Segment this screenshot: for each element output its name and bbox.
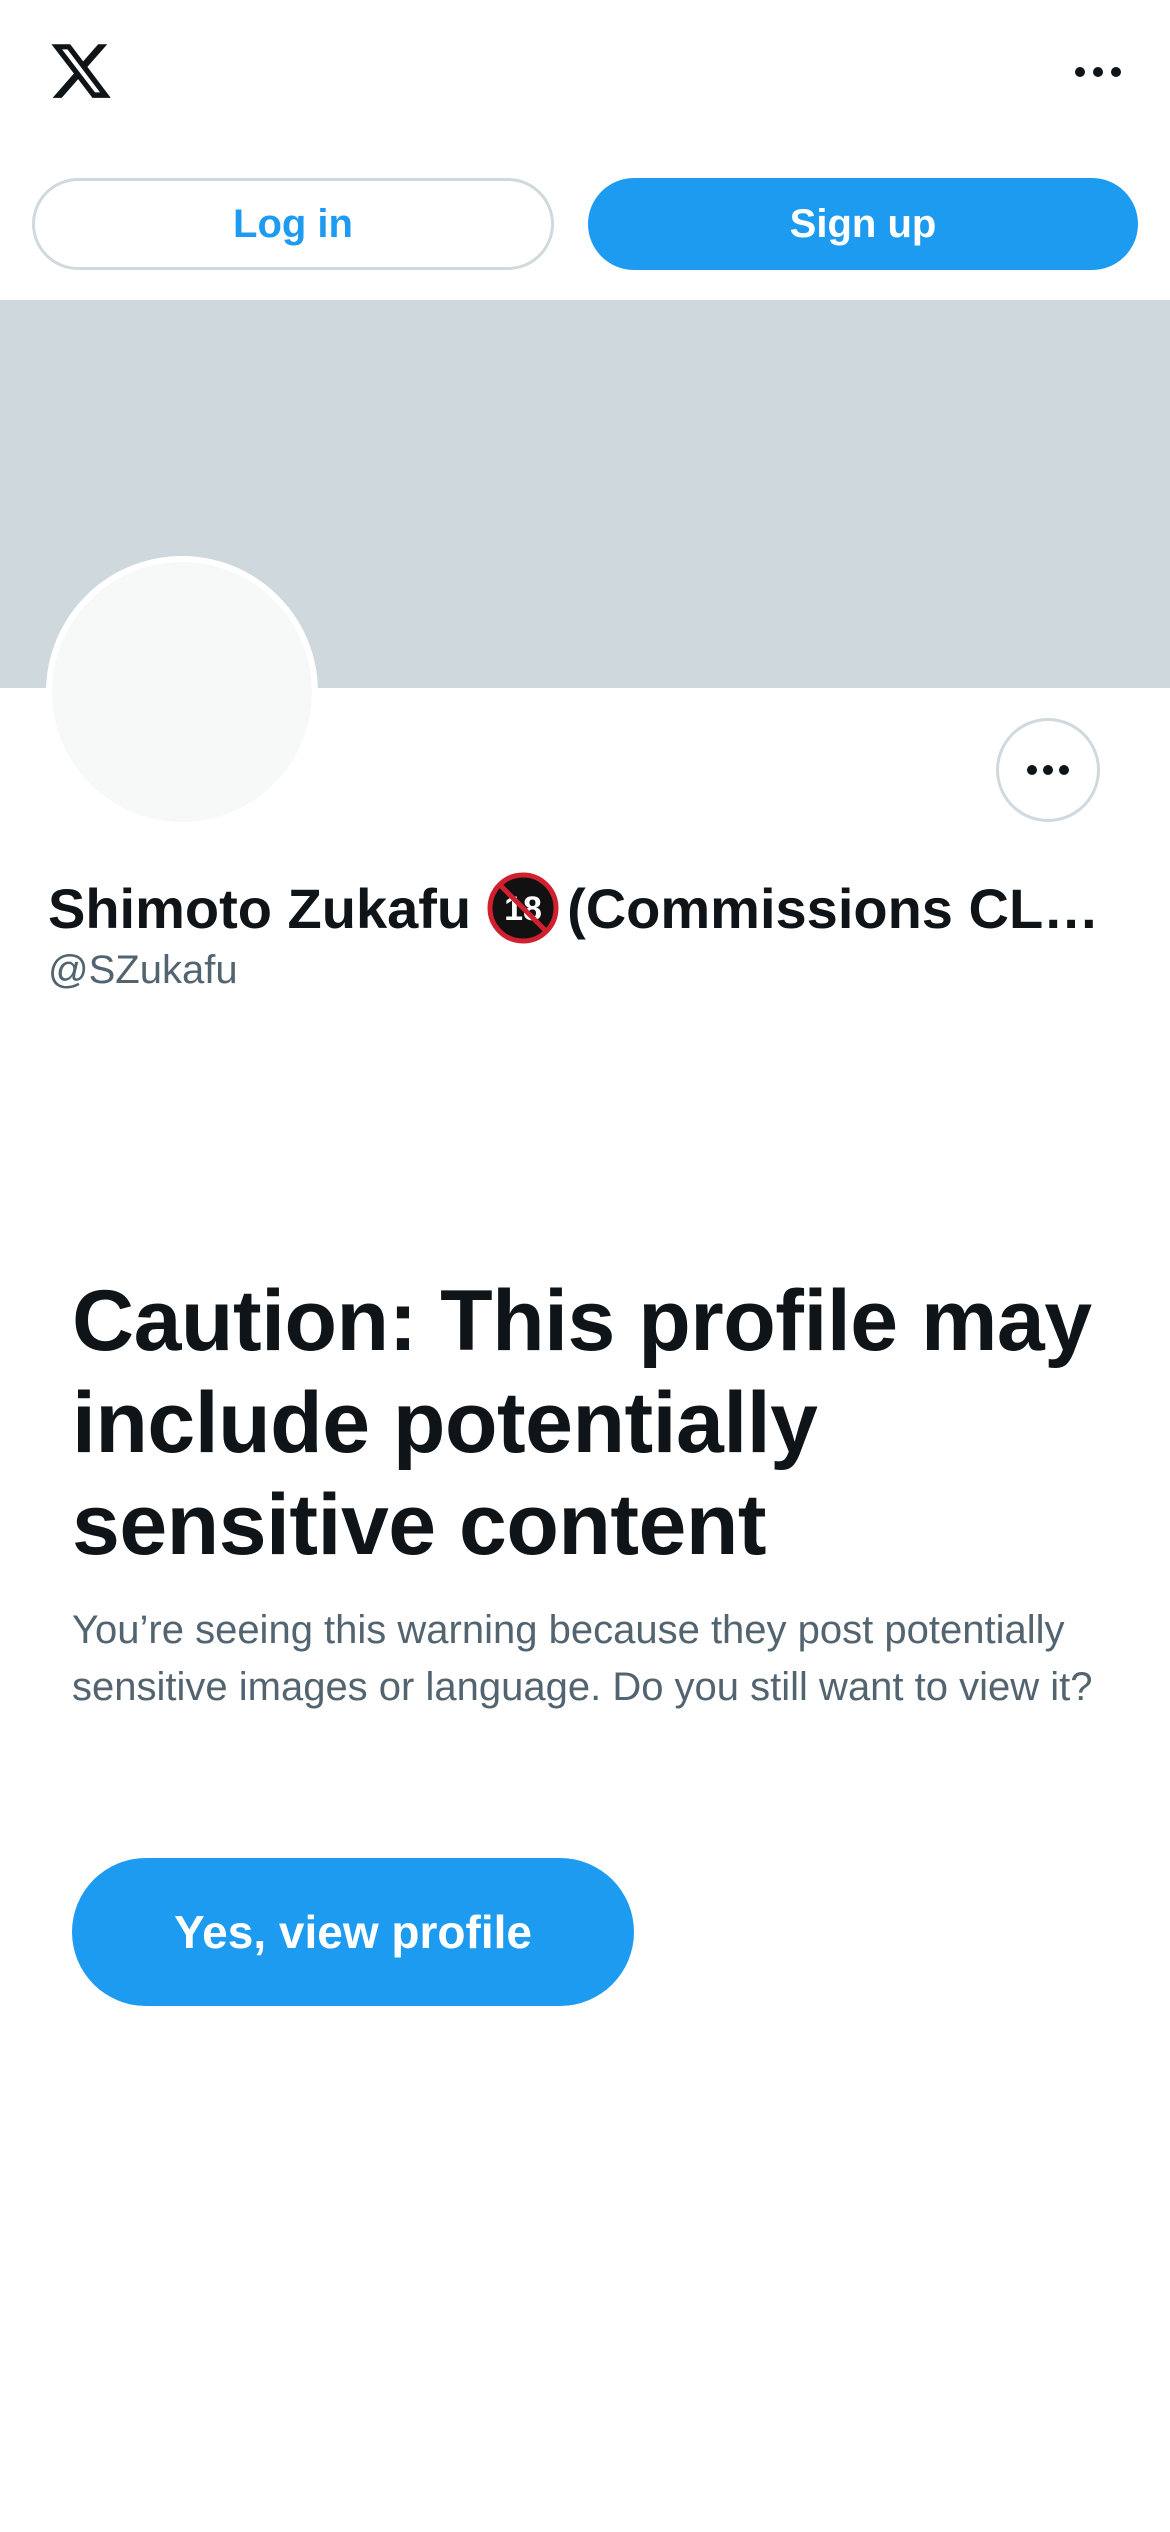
avatar[interactable] <box>46 556 318 828</box>
warning-body: You’re seeing this warning because they … <box>72 1608 1093 1709</box>
more-horizontal-icon[interactable] <box>1066 52 1130 92</box>
auth-buttons: Log in Sign up <box>32 178 1138 270</box>
profile-handle: @SZukafu <box>48 948 238 992</box>
display-name-suffix: (Commissions CL… <box>567 876 1100 940</box>
display-name: Shimoto Zukafu <box>48 876 472 940</box>
signup-button[interactable]: Sign up <box>588 178 1138 270</box>
view-profile-button[interactable]: Yes, view profile <box>72 1858 634 2006</box>
warning-title: Caution: This profile may include potent… <box>72 1273 1092 1573</box>
login-button[interactable]: Log in <box>32 178 554 270</box>
no-under-18-icon: 18 <box>487 872 559 944</box>
more-horizontal-icon <box>1027 765 1069 775</box>
profile-name: Shimoto Zukafu 18 (Commissions CL… <box>48 868 1138 948</box>
x-logo-icon[interactable] <box>46 38 116 104</box>
profile-page: Log in Sign up Shimoto Zukafu 18 (Commis… <box>0 0 1170 2532</box>
profile-more-button[interactable] <box>996 718 1100 822</box>
top-bar <box>0 0 1170 170</box>
